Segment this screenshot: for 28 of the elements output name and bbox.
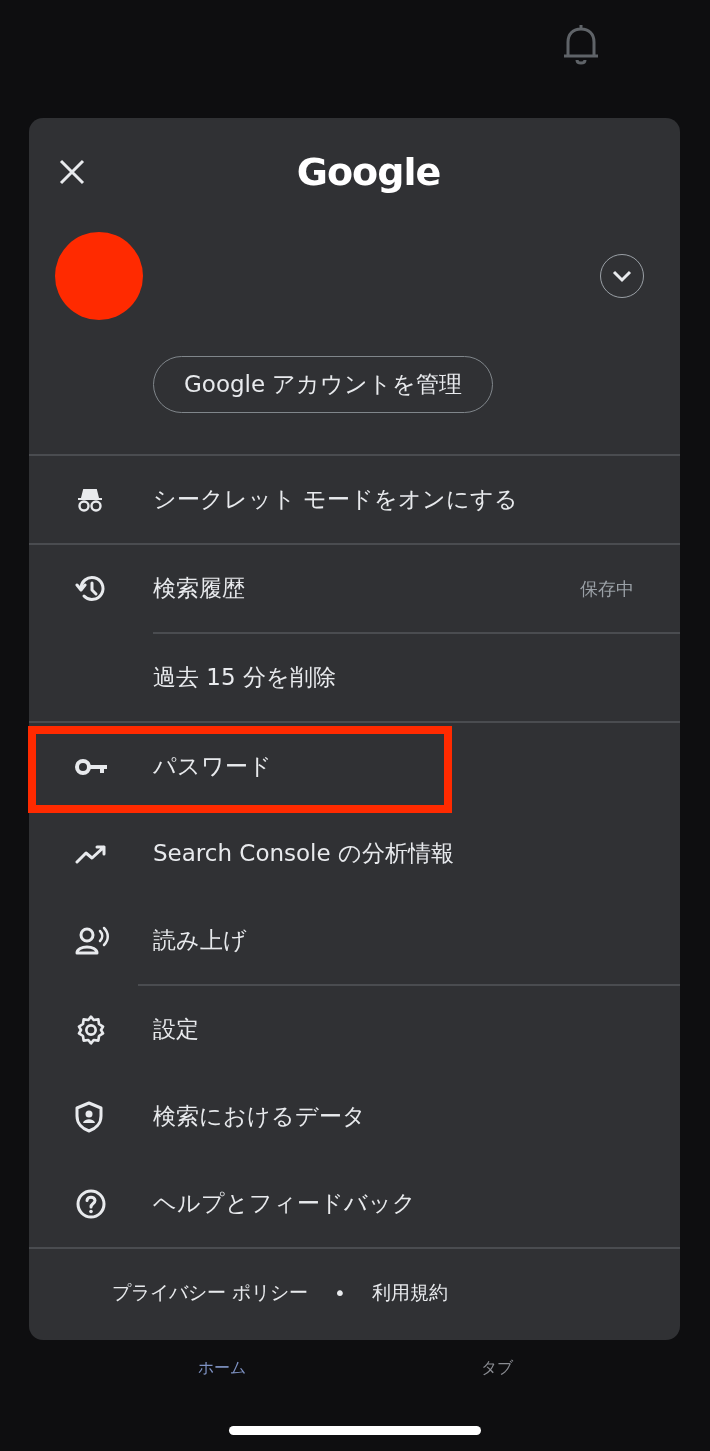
separator-dot: • [334, 1281, 346, 1305]
dialog-title: Google [296, 150, 441, 194]
menu-item[interactable]: ヘルプとフィードバック [29, 1160, 680, 1247]
close-button[interactable] [57, 157, 87, 187]
privacy-link[interactable]: プライバシー ポリシー [112, 1280, 309, 1306]
menu-item[interactable]: 検索履歴 保存中 [29, 545, 680, 632]
shield-person-icon [75, 1100, 103, 1133]
settings-icon [75, 1013, 107, 1046]
terms-link[interactable]: 利用規約 [371, 1280, 448, 1306]
person-speaking-icon [75, 925, 109, 956]
menu-item[interactable]: 過去 15 分を削除 [29, 634, 680, 721]
menu-item[interactable]: Search Console の分析情報 [29, 810, 680, 897]
nav-tab[interactable]: タブ [480, 1358, 513, 1378]
menu-item[interactable]: パスワード [29, 723, 680, 810]
menu-item[interactable]: シークレット モードをオンにする [29, 456, 680, 543]
close-icon [57, 157, 87, 187]
incognito-icon [75, 486, 105, 513]
menu-item[interactable]: 読み上げ [29, 897, 680, 984]
status-label: 保存中 [580, 576, 634, 601]
bell-icon[interactable] [562, 22, 600, 66]
chevron-down-icon [611, 269, 633, 283]
help-icon [75, 1187, 107, 1220]
menu-item[interactable]: 検索におけるデータ [29, 1073, 680, 1160]
trending-up-icon [75, 843, 107, 864]
history-icon [75, 573, 107, 604]
nav-tab[interactable]: ホーム [197, 1358, 246, 1378]
menu-item[interactable]: 設定 [29, 986, 680, 1073]
key-icon [75, 757, 109, 776]
